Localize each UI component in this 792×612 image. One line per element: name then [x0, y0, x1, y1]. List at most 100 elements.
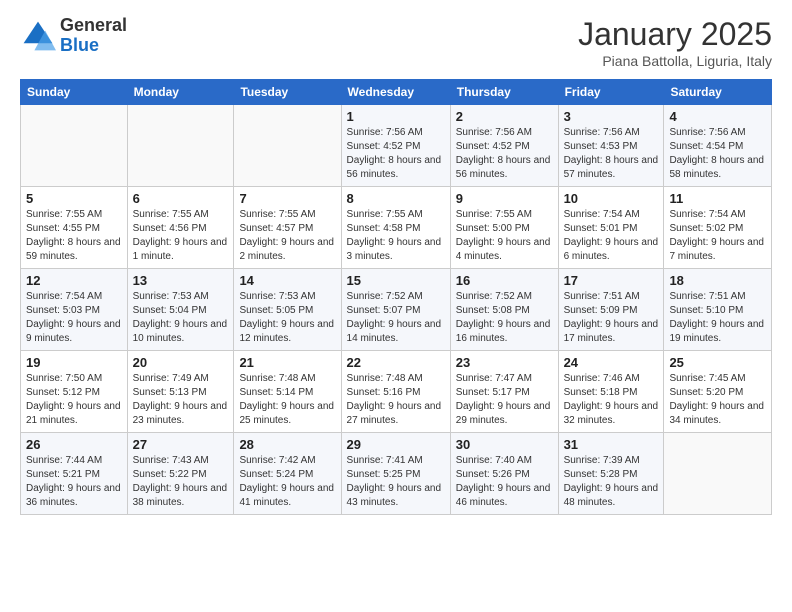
logo-blue-text: Blue	[60, 36, 127, 56]
day-number: 30	[456, 437, 553, 452]
calendar-subtitle: Piana Battolla, Liguria, Italy	[578, 53, 772, 69]
day-info: Sunrise: 7:50 AMSunset: 5:12 PMDaylight:…	[26, 372, 122, 428]
calendar-cell: 8Sunrise: 7:55 AMSunset: 4:58 PMDaylight…	[341, 187, 450, 269]
day-info: Sunrise: 7:49 AMSunset: 5:13 PMDaylight:…	[133, 372, 229, 428]
calendar-cell: 10 Sunrise: 7:54 AMSunset: 5:01 PMDayligh…	[558, 187, 664, 269]
day-number: 25	[669, 355, 766, 370]
day-info: Sunrise: 7:55 AMSunset: 4:55 PMDaylight:…	[26, 208, 122, 264]
day-info: Sunrise: 7:48 AMSunset: 5:16 PMDaylight:…	[347, 372, 445, 428]
day-info: Sunrise: 7:42 AMSunset: 5:24 PMDaylight:…	[239, 454, 335, 510]
day-info: Sunrise: 7:53 AMSunset: 5:04 PMDaylight:…	[133, 290, 229, 346]
calendar-cell: 24 Sunrise: 7:46 AMSunset: 5:18 PMDayligh…	[558, 351, 664, 433]
day-number: 22	[347, 355, 445, 370]
day-number: 1	[347, 109, 445, 124]
weekday-header-wednesday: Wednesday	[341, 80, 450, 105]
day-number: 18	[669, 273, 766, 288]
calendar-cell: 14Sunrise: 7:53 AMSunset: 5:05 PMDayligh…	[234, 269, 341, 351]
day-info: Sunrise: 7:45 AMSunset: 5:20 PMDaylight:…	[669, 372, 766, 428]
day-number: 15	[347, 273, 445, 288]
logo: General Blue	[20, 16, 127, 56]
day-number: 29	[347, 437, 445, 452]
calendar-page: General Blue January 2025 Piana Battolla…	[0, 0, 792, 612]
weekday-header-thursday: Thursday	[450, 80, 558, 105]
calendar-title: January 2025	[578, 16, 772, 53]
calendar-cell: 7Sunrise: 7:55 AMSunset: 4:57 PMDaylight…	[234, 187, 341, 269]
calendar-cell: 25 Sunrise: 7:45 AMSunset: 5:20 PMDayligh…	[664, 351, 772, 433]
weekday-header-tuesday: Tuesday	[234, 80, 341, 105]
day-info: Sunrise: 7:41 AMSunset: 5:25 PMDaylight:…	[347, 454, 445, 510]
calendar-cell: 30 Sunrise: 7:40 AMSunset: 5:26 PMDayligh…	[450, 433, 558, 515]
calendar-cell	[664, 433, 772, 515]
calendar-cell: 5 Sunrise: 7:55 AMSunset: 4:55 PMDaylight…	[21, 187, 128, 269]
day-number: 23	[456, 355, 553, 370]
calendar-cell: 1 Sunrise: 7:56 AMSunset: 4:52 PMDaylight…	[341, 105, 450, 187]
day-number: 2	[456, 109, 553, 124]
weekday-header-row: SundayMondayTuesdayWednesdayThursdayFrid…	[21, 80, 772, 105]
calendar-week-row: 26Sunrise: 7:44 AMSunset: 5:21 PMDayligh…	[21, 433, 772, 515]
calendar-cell: 2 Sunrise: 7:56 AMSunset: 4:52 PMDaylight…	[450, 105, 558, 187]
title-block: January 2025 Piana Battolla, Liguria, It…	[578, 16, 772, 69]
day-number: 10	[564, 191, 659, 206]
header: General Blue January 2025 Piana Battolla…	[20, 16, 772, 69]
day-info: Sunrise: 7:54 AMSunset: 5:01 PMDaylight:…	[564, 208, 659, 264]
calendar-cell: 12Sunrise: 7:54 AMSunset: 5:03 PMDayligh…	[21, 269, 128, 351]
day-info: Sunrise: 7:55 AMSunset: 5:00 PMDaylight:…	[456, 208, 553, 264]
day-info: Sunrise: 7:56 AMSunset: 4:52 PMDaylight:…	[347, 126, 445, 182]
calendar-cell: 21Sunrise: 7:48 AMSunset: 5:14 PMDayligh…	[234, 351, 341, 433]
weekday-header-sunday: Sunday	[21, 80, 128, 105]
day-info: Sunrise: 7:46 AMSunset: 5:18 PMDaylight:…	[564, 372, 659, 428]
day-number: 13	[133, 273, 229, 288]
day-info: Sunrise: 7:54 AMSunset: 5:03 PMDaylight:…	[26, 290, 122, 346]
day-number: 6	[133, 191, 229, 206]
calendar-week-row: 19Sunrise: 7:50 AMSunset: 5:12 PMDayligh…	[21, 351, 772, 433]
calendar-week-row: 1 Sunrise: 7:56 AMSunset: 4:52 PMDaylight…	[21, 105, 772, 187]
calendar-cell	[234, 105, 341, 187]
logo-general-text: General	[60, 16, 127, 36]
day-info: Sunrise: 7:55 AMSunset: 4:57 PMDaylight:…	[239, 208, 335, 264]
logo-icon	[20, 18, 56, 54]
calendar-cell	[21, 105, 128, 187]
calendar-cell: 9 Sunrise: 7:55 AMSunset: 5:00 PMDaylight…	[450, 187, 558, 269]
calendar-cell: 4 Sunrise: 7:56 AMSunset: 4:54 PMDaylight…	[664, 105, 772, 187]
day-number: 21	[239, 355, 335, 370]
calendar-cell: 31 Sunrise: 7:39 AMSunset: 5:28 PMDayligh…	[558, 433, 664, 515]
day-number: 11	[669, 191, 766, 206]
day-info: Sunrise: 7:40 AMSunset: 5:26 PMDaylight:…	[456, 454, 553, 510]
calendar-cell	[127, 105, 234, 187]
day-info: Sunrise: 7:51 AMSunset: 5:10 PMDaylight:…	[669, 290, 766, 346]
weekday-header-saturday: Saturday	[664, 80, 772, 105]
logo-text: General Blue	[60, 16, 127, 56]
calendar-table: SundayMondayTuesdayWednesdayThursdayFrid…	[20, 79, 772, 515]
day-info: Sunrise: 7:52 AMSunset: 5:07 PMDaylight:…	[347, 290, 445, 346]
day-number: 16	[456, 273, 553, 288]
day-info: Sunrise: 7:47 AMSunset: 5:17 PMDaylight:…	[456, 372, 553, 428]
day-number: 28	[239, 437, 335, 452]
day-number: 5	[26, 191, 122, 206]
calendar-week-row: 5 Sunrise: 7:55 AMSunset: 4:55 PMDaylight…	[21, 187, 772, 269]
day-info: Sunrise: 7:56 AMSunset: 4:54 PMDaylight:…	[669, 126, 766, 182]
calendar-cell: 27 Sunrise: 7:43 AMSunset: 5:22 PMDayligh…	[127, 433, 234, 515]
calendar-body: 1 Sunrise: 7:56 AMSunset: 4:52 PMDaylight…	[21, 105, 772, 515]
calendar-week-row: 12Sunrise: 7:54 AMSunset: 5:03 PMDayligh…	[21, 269, 772, 351]
day-info: Sunrise: 7:56 AMSunset: 4:52 PMDaylight:…	[456, 126, 553, 182]
calendar-cell: 22 Sunrise: 7:48 AMSunset: 5:16 PMDayligh…	[341, 351, 450, 433]
day-number: 17	[564, 273, 659, 288]
calendar-cell: 19Sunrise: 7:50 AMSunset: 5:12 PMDayligh…	[21, 351, 128, 433]
calendar-cell: 16Sunrise: 7:52 AMSunset: 5:08 PMDayligh…	[450, 269, 558, 351]
calendar-cell: 11Sunrise: 7:54 AMSunset: 5:02 PMDayligh…	[664, 187, 772, 269]
calendar-cell: 20Sunrise: 7:49 AMSunset: 5:13 PMDayligh…	[127, 351, 234, 433]
day-info: Sunrise: 7:43 AMSunset: 5:22 PMDaylight:…	[133, 454, 229, 510]
day-info: Sunrise: 7:55 AMSunset: 4:56 PMDaylight:…	[133, 208, 229, 264]
day-info: Sunrise: 7:51 AMSunset: 5:09 PMDaylight:…	[564, 290, 659, 346]
day-number: 3	[564, 109, 659, 124]
day-number: 27	[133, 437, 229, 452]
calendar-cell: 15 Sunrise: 7:52 AMSunset: 5:07 PMDayligh…	[341, 269, 450, 351]
day-number: 9	[456, 191, 553, 206]
calendar-cell: 23 Sunrise: 7:47 AMSunset: 5:17 PMDayligh…	[450, 351, 558, 433]
day-info: Sunrise: 7:39 AMSunset: 5:28 PMDaylight:…	[564, 454, 659, 510]
day-number: 4	[669, 109, 766, 124]
day-number: 31	[564, 437, 659, 452]
day-number: 8	[347, 191, 445, 206]
day-number: 24	[564, 355, 659, 370]
weekday-header-monday: Monday	[127, 80, 234, 105]
